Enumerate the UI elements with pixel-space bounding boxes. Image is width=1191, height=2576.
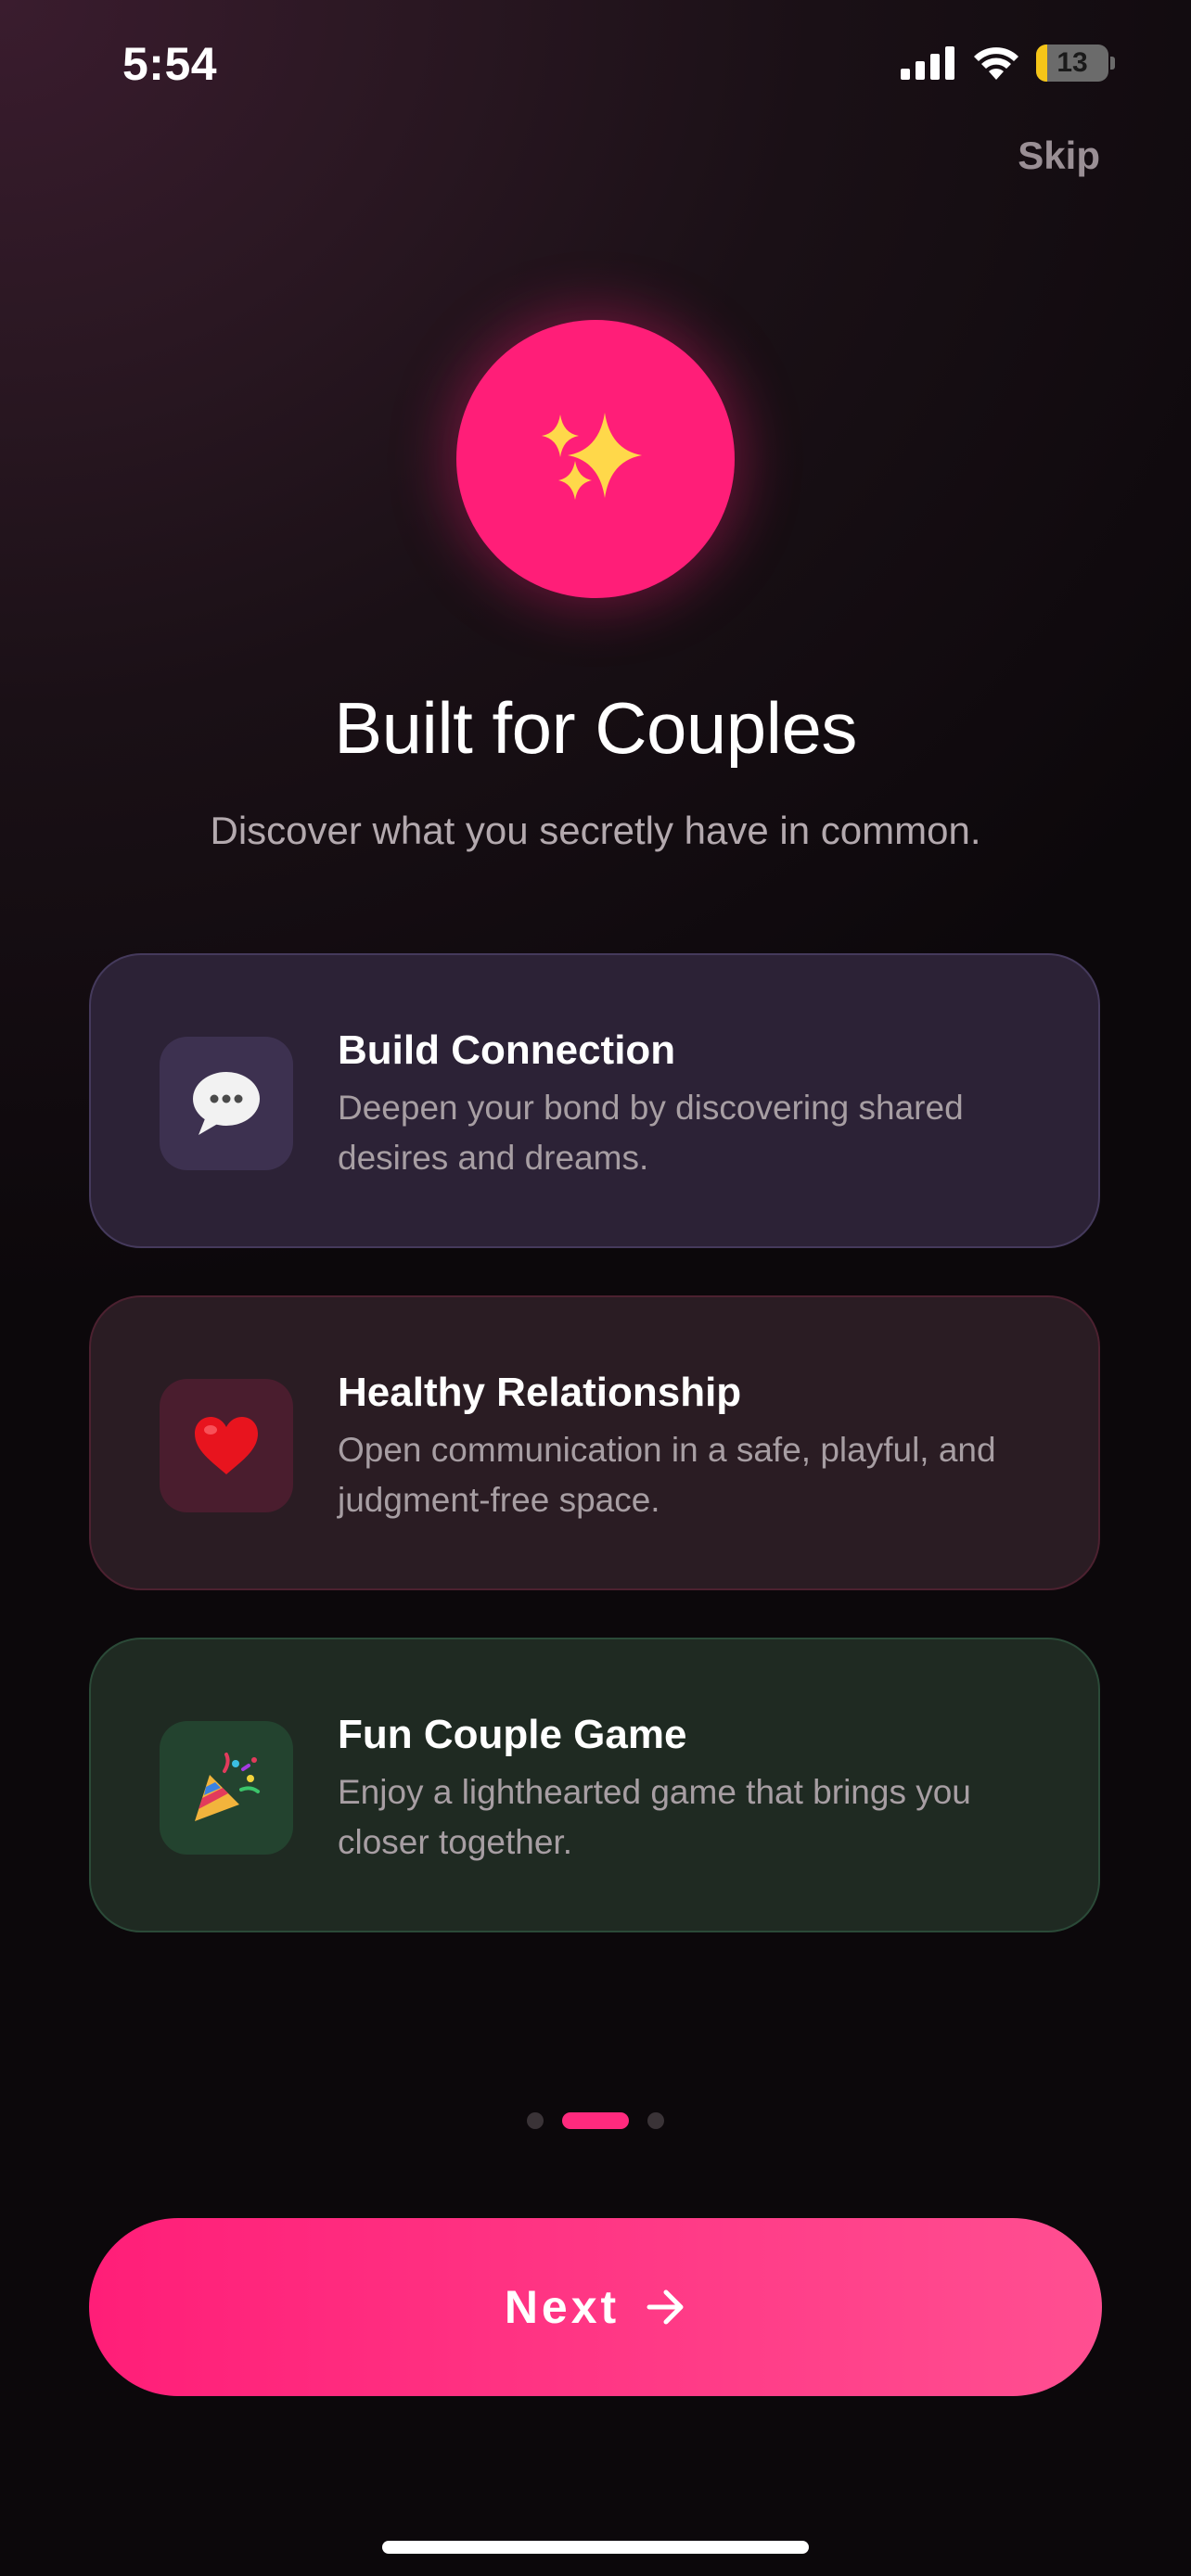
- page-dot[interactable]: [527, 2112, 544, 2129]
- feature-description: Open communication in a safe, playful, a…: [338, 1431, 996, 1519]
- page-title: Built for Couples: [334, 687, 857, 769]
- page-dot-active[interactable]: [562, 2112, 629, 2129]
- home-indicator[interactable]: [382, 2541, 809, 2554]
- status-icons: 13: [901, 45, 1115, 82]
- feature-description: Deepen your bond by discovering shared d…: [338, 1089, 964, 1177]
- cellular-signal-icon: [901, 46, 954, 80]
- feature-card-healthy-relationship: Healthy Relationship Open communication …: [89, 1295, 1100, 1590]
- feature-icon-container: [160, 1037, 293, 1170]
- party-popper-icon: [195, 1753, 260, 1821]
- feature-card-fun-couple-game: Fun Couple Game Enjoy a lighthearted gam…: [89, 1638, 1100, 1932]
- feature-title: Fun Couple Game: [338, 1712, 687, 1757]
- battery-level: 13: [1057, 47, 1088, 78]
- hero-badge: [456, 320, 735, 598]
- wifi-icon: [974, 47, 1018, 80]
- page-indicator: [0, 2112, 1191, 2129]
- skip-button[interactable]: Skip: [1018, 134, 1100, 178]
- feature-icon-container: [160, 1721, 293, 1855]
- feature-description: Enjoy a lighthearted game that brings yo…: [338, 1773, 971, 1861]
- onboarding-screen: 5:54 13 Skip Built for Couples Discover …: [0, 0, 1191, 2576]
- heart-icon: [195, 1417, 258, 1474]
- feature-icon-container: [160, 1379, 293, 1512]
- next-button[interactable]: Next: [89, 2218, 1102, 2396]
- feature-title: Build Connection: [338, 1027, 676, 1073]
- sparkles-icon: [542, 413, 642, 500]
- feature-title: Healthy Relationship: [338, 1370, 742, 1415]
- page-subtitle: Discover what you secretly have in commo…: [210, 809, 981, 852]
- battery-icon: 13: [1036, 45, 1108, 82]
- battery-fill: [1036, 45, 1047, 82]
- feature-card-build-connection: Build Connection Deepen your bond by dis…: [89, 953, 1100, 1248]
- arrow-right-icon: [647, 2289, 684, 2325]
- status-time: 5:54: [122, 38, 218, 90]
- page-dot[interactable]: [647, 2112, 664, 2129]
- speech-bubble-icon: [193, 1072, 260, 1135]
- next-button-label: Next: [504, 2281, 621, 2333]
- battery-nub: [1110, 57, 1115, 70]
